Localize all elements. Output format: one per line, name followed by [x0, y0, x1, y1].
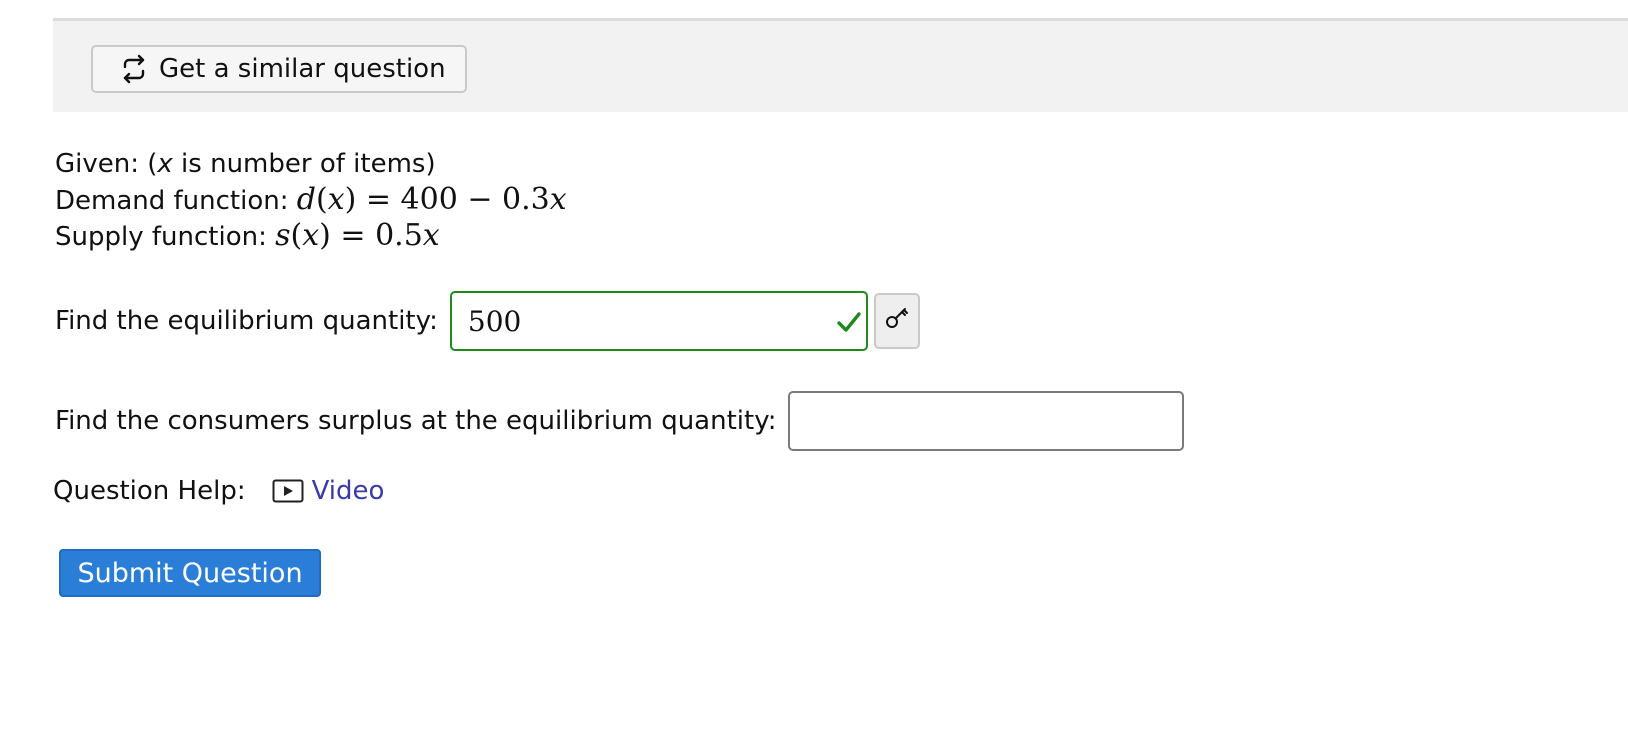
checkmark-icon: [836, 309, 862, 335]
equilibrium-quantity-input[interactable]: 500: [449, 291, 868, 351]
video-help-link[interactable]: Video: [272, 476, 385, 506]
demand-equation: d(x) = 400 − 0.3x: [296, 182, 567, 217]
question-equilibrium-quantity: Find the equilibrium quantity: 500: [55, 290, 920, 352]
submit-label: Submit Question: [77, 557, 303, 589]
question-help: Question Help: Video: [53, 476, 384, 506]
demand-function: Demand function: d(x) = 400 − 0.3x: [55, 182, 567, 217]
given-intro: Given: (x is number of items): [55, 149, 436, 179]
answer-value: 500: [467, 304, 522, 338]
answer-key-button[interactable]: [873, 293, 920, 349]
question-help-label: Question Help:: [53, 476, 246, 506]
submit-question-button[interactable]: Submit Question: [59, 549, 321, 597]
key-icon: [883, 304, 911, 339]
consumers-surplus-input[interactable]: [788, 391, 1185, 451]
question-toolbar: Get a similar question: [53, 18, 1628, 112]
video-link-label: Video: [311, 476, 385, 506]
given-section: Given: (x is number of items) Demand fun…: [55, 146, 567, 254]
supply-function: Supply function: s(x) = 0.5x: [55, 218, 440, 253]
question-prompt: Find the consumers surplus at the equili…: [55, 406, 777, 436]
question-consumers-surplus: Find the consumers surplus at the equili…: [55, 390, 1185, 452]
similar-question-button[interactable]: Get a similar question: [91, 45, 467, 93]
similar-question-label: Get a similar question: [159, 54, 446, 84]
supply-equation: s(x) = 0.5x: [275, 218, 440, 253]
play-video-icon: [272, 479, 304, 503]
question-prompt: Find the equilibrium quantity:: [55, 306, 438, 336]
repeat-arrows-icon: [119, 54, 149, 84]
